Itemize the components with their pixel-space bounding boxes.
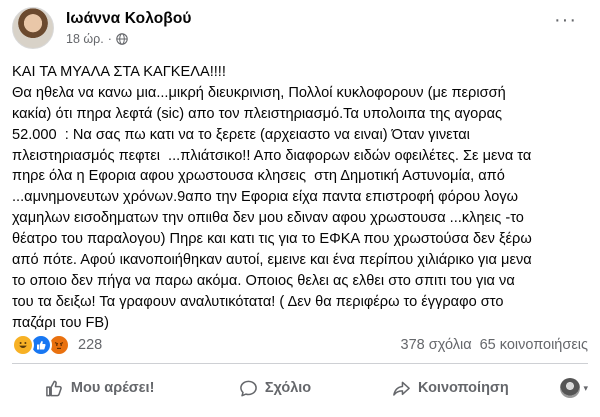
post-text-line: κακία) ότι πηρα λεφτά (sic) απο τον πλει… [12,105,503,122]
comment-label: Σχόλιο [264,380,312,396]
profile-switcher[interactable]: ▾ [538,370,588,406]
comment-icon [239,380,257,396]
post-text-line: 52.000 : Να σας πω κατι να το ξερετε (αρ… [12,126,470,143]
engagement-counts: 378 σχόλια 65 κοινοποιήσεις [401,337,588,353]
post-text-line: παζάρι του FB) [12,314,110,331]
post-text-line: χαμηλων εισοδηματων την οπιιθα δεν μου ε… [12,210,524,227]
like-label: Μου αρέσει! [70,380,155,396]
viewer-avatar [560,378,581,398]
like-button[interactable]: Μου αρέσει! [12,370,187,406]
globe-icon[interactable] [116,33,128,45]
author-name[interactable]: Ιωάννα Κολοβού [66,10,192,28]
post-stats: 228 378 σχόλια 65 κοινοποιήσεις [12,334,588,356]
post-text-line: πλειστηριασμός πεφτει ...πλιάτσικο!! Απο… [12,147,532,164]
comment-count[interactable]: 378 σχόλια [401,337,472,353]
post-text: ΚΑΙ ΤΑ ΜΥΑΛΑ ΣΤΑ ΚΑΓΚΕΛΑ!!!! Θα ηθελα να… [12,62,590,334]
share-button[interactable]: Κοινοποίηση [363,370,538,406]
post-meta: 18 ώρ. · [66,32,128,46]
more-options-icon[interactable]: ··· [554,10,577,30]
reactions-summary[interactable]: 228 [12,334,102,356]
post-text-line: του τα δειξω! Τα γραφουν αναλυτικότατα! … [12,293,504,310]
haha-reaction-icon [12,334,34,356]
post-time[interactable]: 18 ώρ. [66,32,104,46]
share-label: Κοινοποίηση [417,380,509,396]
post-text-line: ...αμνημονευτων χρόνων.9απο την Εφορια ε… [12,189,519,206]
comment-button[interactable]: Σχόλιο [187,370,362,406]
post-text-line: το οποιο δεν πήγα να παρω ακόμα. Οποιος … [12,272,515,289]
post-text-line: από πότε. Αφού ικανοποιήθηκαν αυτοί, εμε… [12,252,532,269]
reaction-count: 228 [78,337,103,353]
post-text-line: πηρε όλα η Εφορια αφου χρωστουσα κλησεις… [12,168,505,185]
post-text-line: ΚΑΙ ΤΑ ΜΥΑΛΑ ΣΤΑ ΚΑΓΚΕΛΑ!!!! [12,64,226,80]
divider [12,363,588,364]
facebook-post: Ιωάννα Κολοβού 18 ώρ. · ··· ΚΑΙ ΤΑ ΜΥΑΛΑ… [0,0,600,417]
thumbs-up-icon [46,380,62,396]
chevron-down-icon: ▾ [583,382,588,393]
meta-separator: · [107,32,112,46]
post-text-line: Θα ηθελα να κανω μια...μικρή διευκρινιση… [12,84,506,101]
post-text-line: θέατρο του παραλογου) Πηρε και κατι τις … [12,231,532,248]
share-count[interactable]: 65 κοινοποιήσεις [480,337,588,353]
share-icon [393,381,410,396]
post-actions: Μου αρέσει! Σχόλιο Κοινοποίηση ▾ [12,370,588,406]
author-avatar[interactable] [12,7,54,49]
